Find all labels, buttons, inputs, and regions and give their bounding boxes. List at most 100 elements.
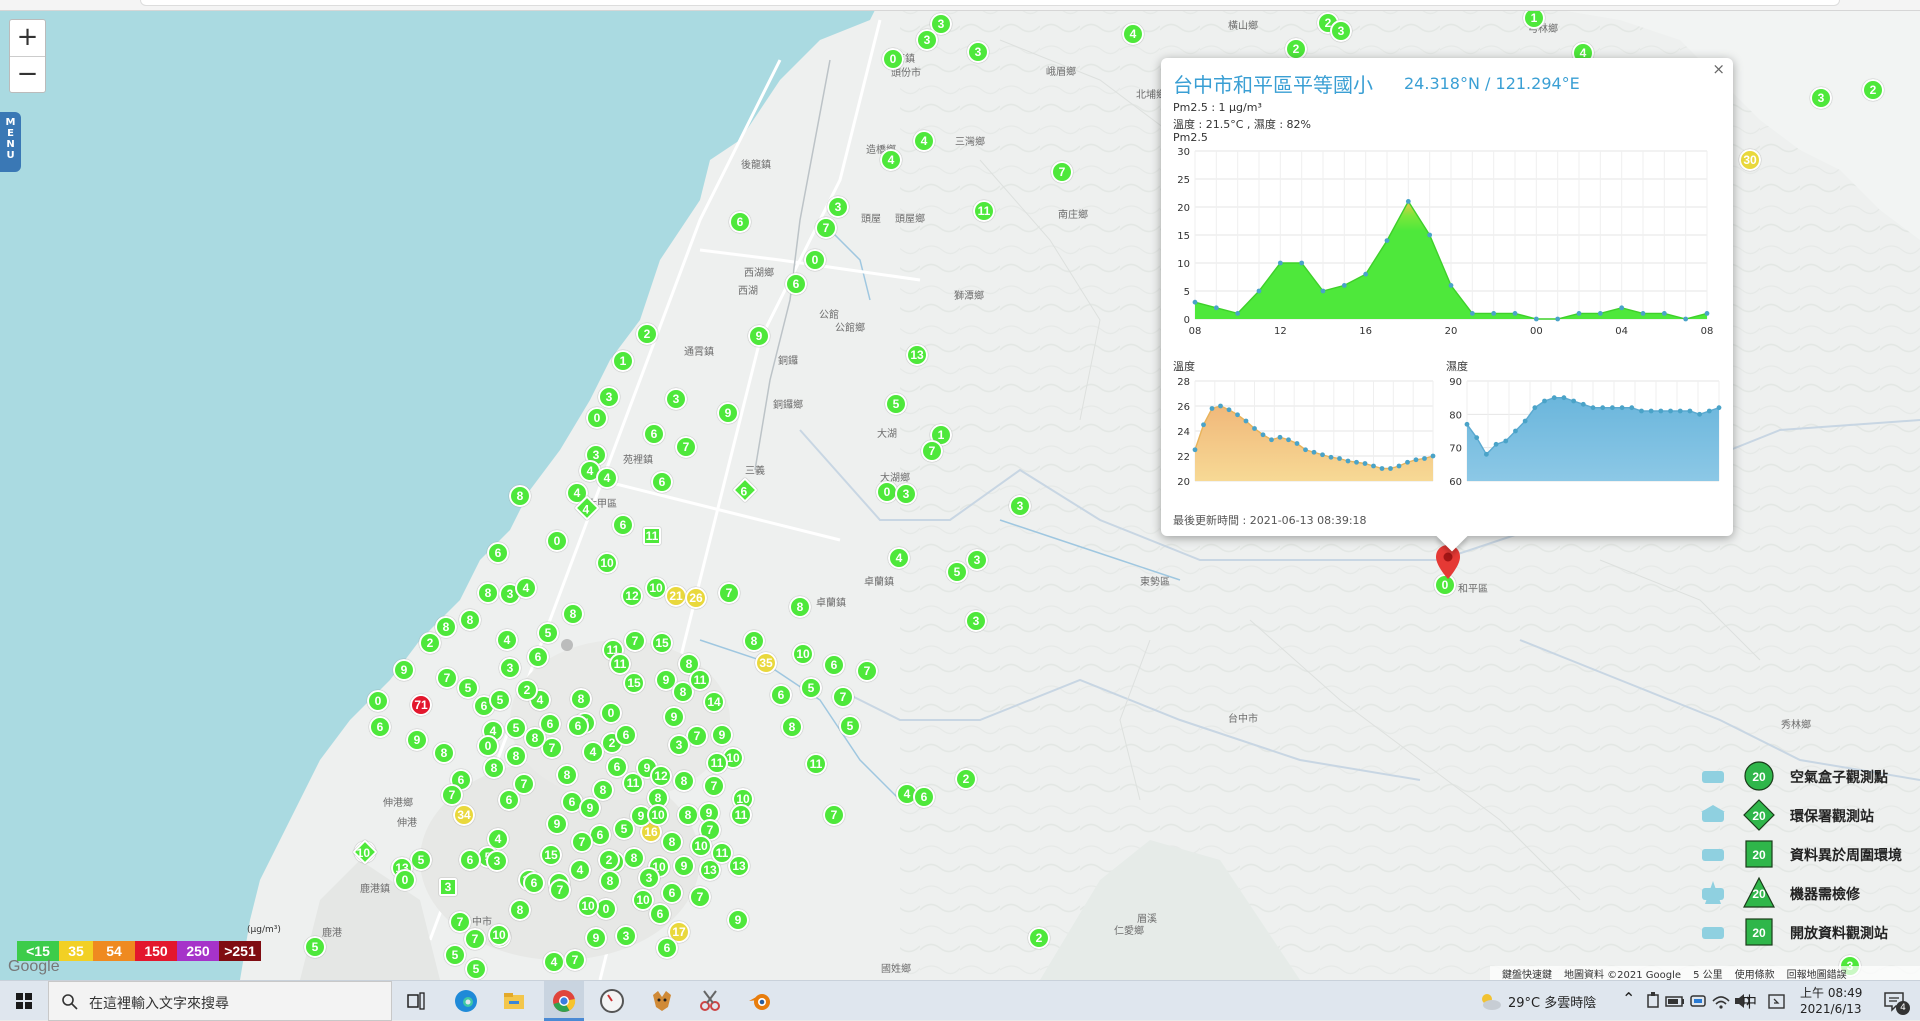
airbox-marker[interactable]: 7 (464, 928, 486, 950)
airbox-marker[interactable]: 0 (477, 735, 499, 757)
anomaly-marker[interactable]: 3 (439, 878, 457, 896)
airbox-marker[interactable]: 11 (609, 653, 631, 675)
airbox-marker[interactable]: 5 (946, 561, 968, 583)
snipping-tool-icon[interactable] (696, 987, 724, 1015)
airbox-marker[interactable]: 8 (570, 688, 592, 710)
airbox-marker[interactable]: 7 (823, 804, 845, 826)
airbox-marker[interactable]: 8 (562, 603, 584, 625)
airbox-marker[interactable]: 3 (665, 388, 687, 410)
airbox-marker[interactable]: 2 (419, 632, 441, 654)
tray-chevron-up-icon[interactable]: ⌃ (1622, 989, 1635, 1008)
airbox-marker[interactable]: 6 (651, 471, 673, 493)
airbox-marker[interactable]: 0 (394, 869, 416, 891)
airbox-marker[interactable]: 8 (435, 616, 457, 638)
meeting-icon[interactable] (1688, 987, 1710, 1015)
airbox-marker[interactable]: 0 (804, 249, 826, 271)
airbox-marker[interactable]: 9 (717, 402, 739, 424)
airbox-marker[interactable]: 3 (965, 610, 987, 632)
taskbar-search-box[interactable]: 在這裡輸入文字來搜尋 (48, 981, 392, 1021)
attribution-item[interactable]: 鍵盤快速鍵 (1502, 966, 1552, 980)
popup-close-button[interactable]: × (1712, 60, 1725, 78)
airbox-marker[interactable]: 6 (729, 211, 751, 233)
airbox-marker[interactable]: 2 (516, 679, 538, 701)
airbox-marker[interactable]: 6 (612, 514, 634, 536)
airbox-marker[interactable]: 8 (433, 742, 455, 764)
airbox-marker[interactable]: 9 (406, 729, 428, 751)
airbox-marker[interactable]: 5 (465, 958, 487, 980)
airbox-marker[interactable]: 10 (792, 643, 814, 665)
airbox-marker[interactable]: 5 (537, 622, 559, 644)
airbox-marker[interactable]: 8 (781, 716, 803, 738)
airbox-marker[interactable]: 7 (441, 784, 463, 806)
airbox-marker[interactable]: 3 (1009, 495, 1031, 517)
airbox-marker[interactable]: 4 (888, 547, 910, 569)
airbox-marker[interactable]: 11 (973, 200, 995, 222)
airbox-marker[interactable]: 7 (703, 775, 725, 797)
airbox-marker[interactable]: 5 (410, 849, 432, 871)
airbox-marker[interactable]: 6 (656, 937, 678, 959)
airbox-marker[interactable]: 5 (885, 393, 907, 415)
airbox-marker[interactable]: 10 (596, 552, 618, 574)
airbox-marker[interactable]: 3 (916, 29, 938, 51)
airbox-marker[interactable]: 3 (895, 483, 917, 505)
airbox-marker[interactable]: 7 (624, 630, 646, 652)
usb-device-icon[interactable] (1642, 987, 1664, 1015)
airbox-marker[interactable]: 4 (515, 577, 537, 599)
battery-icon[interactable] (1664, 987, 1686, 1015)
airbox-marker[interactable]: 0 (882, 48, 904, 70)
airbox-marker[interactable]: 7 (718, 582, 740, 604)
airbox-marker[interactable]: 4 (569, 859, 591, 881)
airbox-marker[interactable]: 3 (1810, 87, 1832, 109)
airbox-marker[interactable]: 3 (499, 657, 521, 679)
airbox-marker[interactable]: 6 (913, 786, 935, 808)
airbox-marker[interactable]: 8 (459, 609, 481, 631)
menu-tab-button[interactable]: MENU (0, 112, 21, 172)
edge-browser-icon[interactable] (452, 987, 480, 1015)
attribution-item[interactable]: 地圖資料 ©2021 Google (1564, 966, 1681, 980)
airbox-marker[interactable]: 8 (483, 757, 505, 779)
airbox-marker[interactable]: 12 (650, 765, 672, 787)
airbox-marker[interactable]: 6 (649, 903, 671, 925)
airbox-marker[interactable]: 7 (564, 949, 586, 971)
airbox-marker[interactable]: 2 (1862, 79, 1884, 101)
airbox-marker[interactable]: 11 (711, 842, 733, 864)
airbox-marker[interactable]: 3 (638, 867, 660, 889)
airbox-marker[interactable]: 6 (615, 724, 637, 746)
airbox-marker[interactable]: 6 (369, 716, 391, 738)
airbox-marker[interactable]: 35 (755, 652, 777, 674)
airbox-marker[interactable]: 3 (668, 734, 690, 756)
airbox-marker[interactable]: 6 (527, 646, 549, 668)
airbox-marker[interactable]: 11 (730, 804, 752, 826)
clock-time[interactable]: 上午 08:49 (1800, 984, 1862, 1001)
airbox-marker[interactable]: 9 (663, 706, 685, 728)
airbox-marker[interactable]: 9 (546, 813, 568, 835)
airbox-marker[interactable]: 7 (856, 660, 878, 682)
airbox-marker[interactable]: 8 (505, 745, 527, 767)
airbox-marker[interactable]: 71 (410, 694, 432, 716)
airbox-marker[interactable]: 9 (393, 659, 415, 681)
airbox-marker[interactable]: 2 (1285, 38, 1307, 60)
airbox-marker[interactable]: 4 (543, 951, 565, 973)
airbox-marker[interactable]: 8 (623, 847, 645, 869)
airbox-marker[interactable]: 7 (571, 831, 593, 853)
airbox-marker[interactable]: 7 (832, 686, 854, 708)
airbox-marker[interactable]: 8 (677, 804, 699, 826)
airbox-marker[interactable]: 5 (489, 689, 511, 711)
anomaly-marker[interactable]: 11 (643, 527, 661, 545)
airbox-marker[interactable]: 9 (585, 927, 607, 949)
airbox-marker[interactable]: 6 (498, 789, 520, 811)
airbox-marker[interactable]: 7 (815, 217, 837, 239)
airbox-marker[interactable]: 4 (880, 149, 902, 171)
airbox-marker[interactable]: 5 (304, 936, 326, 958)
clock-app-icon[interactable] (598, 987, 626, 1015)
airbox-marker[interactable]: 7 (921, 440, 943, 462)
airbox-marker[interactable]: 8 (477, 582, 499, 604)
airbox-marker[interactable]: 1 (612, 350, 634, 372)
weather-text[interactable]: 29°C 多雲時陰 (1508, 992, 1596, 1011)
chrome-browser-icon[interactable] (550, 987, 578, 1015)
zoom-out-button[interactable]: − (10, 56, 45, 92)
airbox-marker[interactable]: 15 (623, 672, 645, 694)
airbox-marker[interactable]: 10 (488, 924, 510, 946)
airbox-marker[interactable]: 8 (509, 485, 531, 507)
airbox-marker[interactable]: 6 (770, 684, 792, 706)
